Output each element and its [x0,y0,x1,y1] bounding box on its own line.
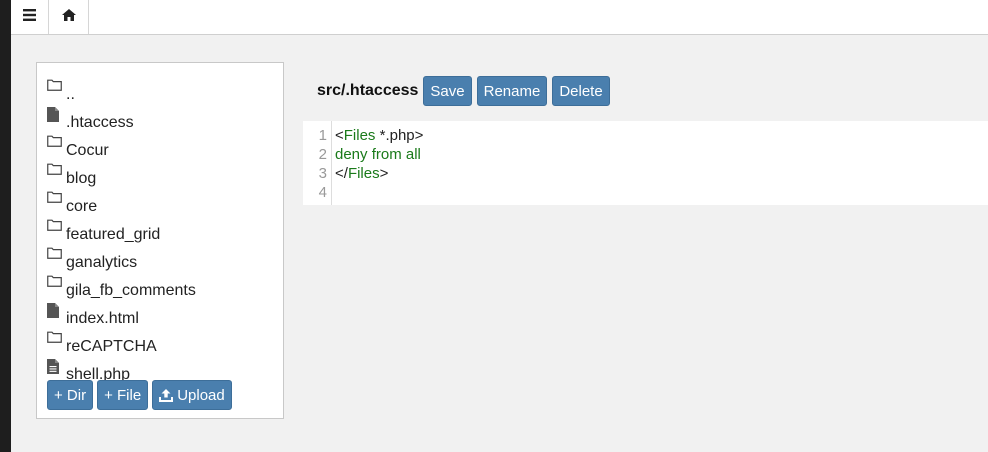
line-number: 3 [318,165,327,182]
code-bracket: > [379,165,389,182]
file-browser-panel: .. .htaccess Cocur blog core featured_gridgan… [36,62,284,419]
file-tree-item[interactable]: Cocur [47,133,196,161]
rename-button[interactable]: Rename [476,76,548,106]
file-actions: + Dir + File Upload [47,380,232,410]
code-line-2: deny from all [335,146,421,163]
file-tree-item-label: core [66,198,98,215]
editor-header: src/.htaccess Save Rename Delete [317,76,610,106]
code-editor[interactable]: 1 2 3 4 <Files *.php> deny from all </Fi… [303,121,988,205]
upload-button[interactable]: Upload [152,380,232,410]
upload-icon [159,388,174,402]
file-list: .. .htaccess Cocur blog core featured_gridgan… [47,77,196,385]
file-tree-item[interactable]: .htaccess [47,105,196,133]
file-tree-item-label: ganalytics [66,254,138,271]
file-icon [47,105,64,125]
file-tree-item[interactable]: reCAPTCHA [47,329,196,357]
add-file-button[interactable]: + File [97,380,149,410]
file-tree-item[interactable]: .. [47,77,196,105]
file-tree-item[interactable]: core [47,189,196,217]
line-number-gutter: 1 2 3 4 [303,121,332,205]
folder-icon [47,189,64,209]
menu-toggle-button[interactable] [11,0,49,34]
file-tree-item-label: featured_grid [66,226,161,243]
folder-icon [47,273,64,293]
file-text-icon [47,357,64,377]
folder-icon [47,329,64,349]
code-text: *.php [375,127,415,144]
file-tree-item-label: blog [66,170,97,187]
code-line-3: </Files> [335,164,423,183]
code-bracket: < [335,127,344,144]
home-icon [61,8,76,26]
file-tree-item[interactable]: index.html [47,301,196,329]
code-bracket: > [414,127,424,144]
file-tree-item[interactable]: gila_fb_comments [47,273,196,301]
code-line-1: <Files *.php> [335,126,423,145]
folder-icon [47,217,64,237]
home-button[interactable] [49,0,89,34]
save-button[interactable]: Save [423,76,472,106]
sidebar-strip [0,0,11,452]
code-tag: Files [347,165,380,182]
file-tree-item-label: .htaccess [66,114,134,131]
line-number: 2 [318,146,327,163]
folder-icon [47,161,64,181]
folder-icon [47,77,64,97]
add-dir-button[interactable]: + Dir [47,380,94,410]
top-bar [11,0,988,35]
line-number: 1 [318,127,327,144]
file-tree-item[interactable]: ganalytics [47,245,196,273]
code-content[interactable]: <Files *.php> deny from all </Files> [332,121,423,205]
upload-label: Upload [177,386,225,404]
file-tree-item-label: gila_fb_comments [66,282,196,299]
file-icon [47,301,64,321]
code-bracket: </ [335,165,348,182]
file-path-title: src/.htaccess [317,82,419,99]
delete-button[interactable]: Delete [552,76,610,106]
hamburger-icon [23,8,36,26]
folder-icon [47,133,64,153]
file-tree-item-label: index.html [66,310,139,327]
line-number: 4 [318,184,327,201]
code-tag: Files [343,127,376,144]
file-tree-item-label: Cocur [66,142,109,159]
file-tree-item-label: reCAPTCHA [66,338,157,355]
file-tree-item-label: .. [66,86,75,103]
file-tree-item[interactable]: featured_grid [47,217,196,245]
file-tree-item[interactable]: blog [47,161,196,189]
folder-icon [47,245,64,265]
